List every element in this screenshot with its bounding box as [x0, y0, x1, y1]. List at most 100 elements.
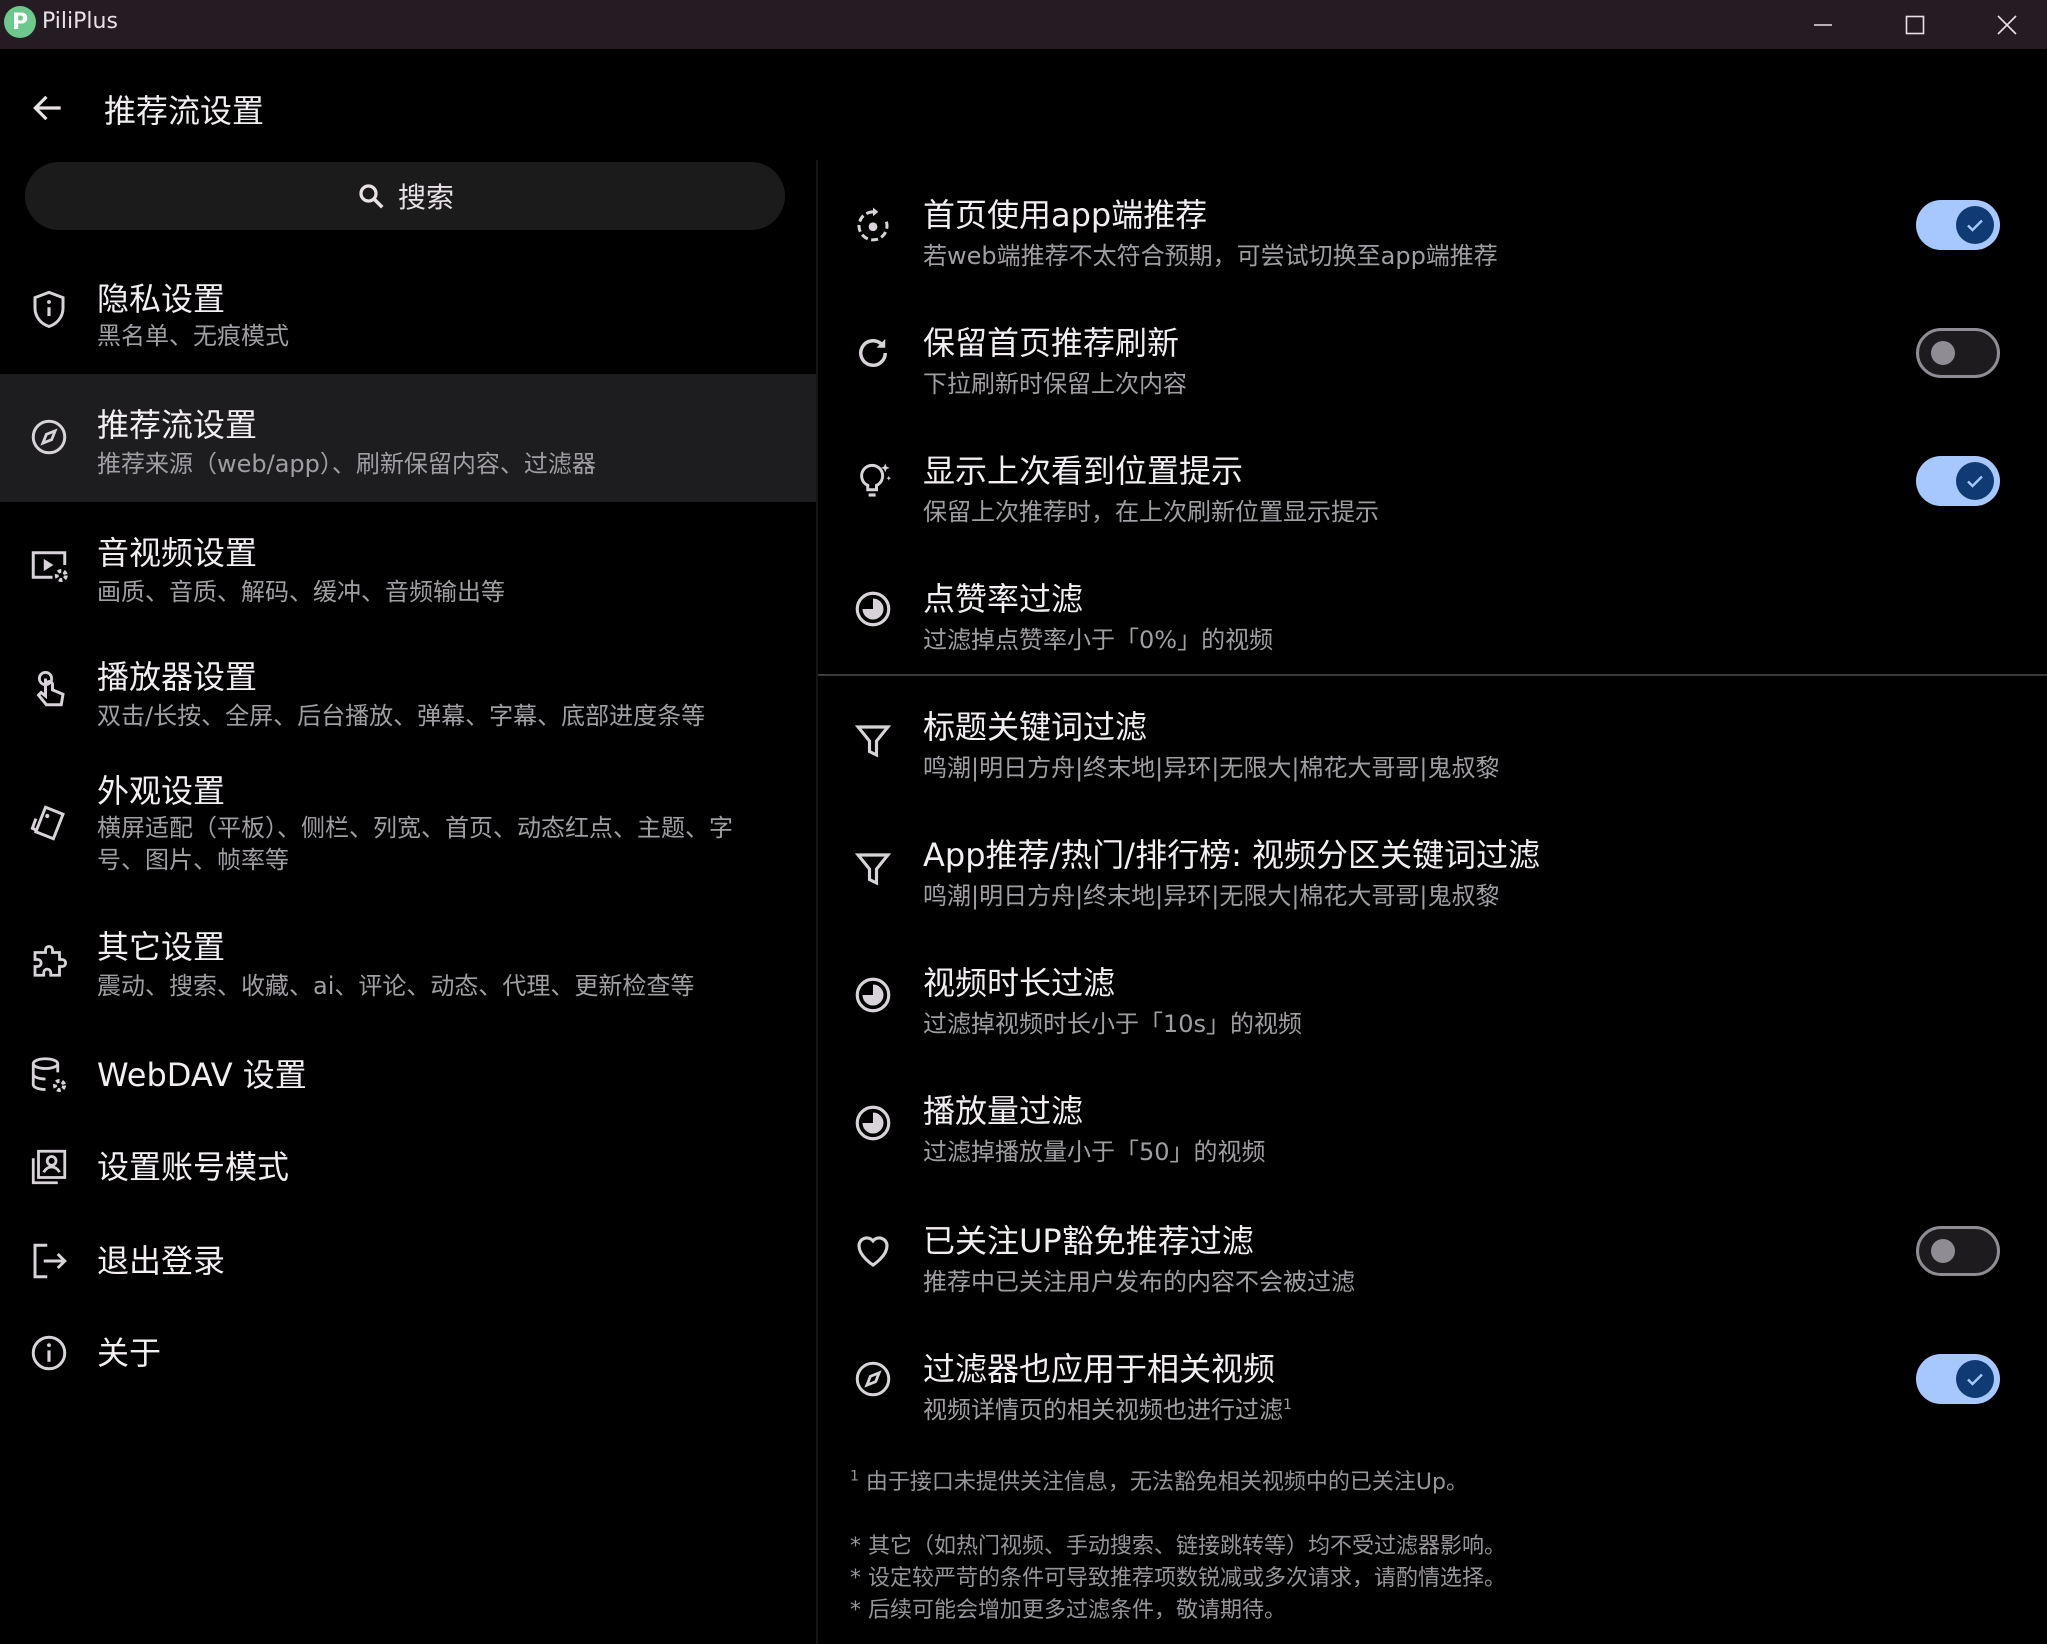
nav-item-subtitle: 推荐来源（web/app）、刷新保留内容、过滤器 [97, 450, 596, 478]
lightbulb-icon [850, 458, 896, 504]
setting-app-recommend[interactable]: 首页使用app端推荐 若web端推荐不太符合预期，可尝试切换至app端推荐 [818, 176, 2047, 292]
nav-item-account[interactable]: 设置账号模式 [0, 1120, 816, 1216]
footnote-text: 由于接口未提供关注信息，无法豁免相关视频中的已关注Up。 [858, 1470, 1468, 1495]
puzzle-icon [26, 940, 72, 986]
setting-zone-keyword[interactable]: App推荐/热门/排行榜: 视频分区关键词过滤 鸣潮|明日方舟|终末地|异环|无… [818, 816, 2047, 932]
setting-title: 点赞率过滤 [923, 580, 1084, 618]
contrast-icon [850, 586, 896, 632]
touch-icon [26, 666, 72, 712]
nav-item-title: 设置账号模式 [97, 1148, 290, 1186]
setting-subtitle: 保留上次推荐时，在上次刷新位置显示提示 [923, 498, 1379, 526]
shield-icon [26, 286, 72, 332]
footnote: 1 由于接口未提供关注信息，无法豁免相关视频中的已关注Up。 [850, 1464, 1468, 1496]
setting-title: 视频时长过滤 [923, 964, 1116, 1002]
setting-title-keyword[interactable]: 标题关键词过滤 鸣潮|明日方舟|终末地|异环|无限大|棉花大哥哥|鬼叔黎 [818, 688, 2047, 804]
nav-item-privacy[interactable]: 隐私设置 黑名单、无痕模式 [0, 248, 816, 374]
note-line-3: * 后续可能会增加更多过滤条件，敬请期待。 [850, 1598, 1286, 1623]
settings-nav: 隐私设置 黑名单、无痕模式 推荐流设置 推荐来源（web/app）、刷新保留内容… [0, 248, 816, 1408]
search-label: 搜索 [397, 181, 454, 214]
nav-item-title: 音视频设置 [97, 534, 258, 572]
close-button[interactable] [1961, 0, 2047, 49]
video-settings-icon [26, 542, 72, 588]
setting-follow-exempt[interactable]: 已关注UP豁免推荐过滤 推荐中已关注用户发布的内容不会被过滤 [818, 1200, 2047, 1316]
contrast-icon [850, 1100, 896, 1146]
refresh-icon [850, 330, 896, 376]
last-position-switch[interactable] [1916, 456, 2000, 506]
section-divider [818, 674, 2047, 676]
setting-subtitle: 推荐中已关注用户发布的内容不会被过滤 [923, 1268, 1355, 1296]
nav-item-title: 关于 [97, 1334, 162, 1372]
page-title: 推荐流设置 [104, 92, 265, 130]
nav-item-title: WebDAV 设置 [97, 1056, 307, 1094]
nav-item-about[interactable]: 关于 [0, 1312, 816, 1408]
app-logo: P [4, 6, 36, 38]
nav-item-audio-video[interactable]: 音视频设置 画质、音质、解码、缓冲、音频输出等 [0, 502, 816, 630]
check-icon [1967, 1373, 1983, 1386]
nav-item-other[interactable]: 其它设置 震动、搜索、收藏、ai、评论、动态、代理、更新检查等 [0, 898, 816, 1024]
logout-icon [26, 1238, 72, 1284]
setting-title: 过滤器也应用于相关视频 [923, 1350, 1276, 1388]
rotate-icon [850, 202, 896, 248]
check-icon [1967, 475, 1983, 488]
nav-item-title: 其它设置 [97, 928, 226, 966]
filter-icon [850, 718, 896, 764]
app-title: PiliPlus [42, 9, 118, 34]
setting-duration[interactable]: 视频时长过滤 过滤掉视频时长小于「10s」的视频 [818, 944, 2047, 1060]
setting-subtitle-text: 视频详情页的相关视频也进行过滤 [923, 1396, 1283, 1424]
account-box-icon [26, 1144, 72, 1190]
nav-item-subtitle: 横屏适配（平板）、侧栏、列宽、首页、动态红点、主题、字号、图片、帧率等 [97, 814, 733, 874]
minimize-button[interactable] [1777, 0, 1869, 49]
setting-last-position[interactable]: 显示上次看到位置提示 保留上次推荐时，在上次刷新位置显示提示 [818, 432, 2047, 548]
nav-item-title: 退出登录 [97, 1242, 226, 1280]
setting-title: 标题关键词过滤 [923, 708, 1148, 746]
compass-icon [850, 1356, 896, 1402]
setting-subtitle: 过滤掉点赞率小于「0%」的视频 [923, 626, 1274, 654]
nav-item-title: 推荐流设置 [97, 406, 258, 444]
setting-subtitle: 若web端推荐不太符合预期，可尝试切换至app端推荐 [923, 242, 1498, 270]
note-line-1: * 其它（如热门视频、手动搜索、链接跳转等）均不受过滤器影响。 [850, 1534, 1506, 1559]
setting-subtitle: 过滤掉视频时长小于「10s」的视频 [923, 1010, 1303, 1038]
heart-icon [850, 1228, 896, 1274]
contrast-icon [850, 972, 896, 1018]
setting-subtitle: 下拉刷新时保留上次内容 [923, 370, 1187, 398]
nav-item-appearance[interactable]: 外观设置 横屏适配（平板）、侧栏、列宽、首页、动态红点、主题、字号、图片、帧率等 [0, 746, 816, 898]
setting-subtitle: 鸣潮|明日方舟|终末地|异环|无限大|棉花大哥哥|鬼叔黎 [923, 882, 1500, 910]
setting-subtitle: 过滤掉播放量小于「50」的视频 [923, 1138, 1266, 1166]
minimize-icon [1814, 23, 1832, 26]
search-icon [359, 184, 384, 209]
back-button[interactable] [24, 84, 72, 132]
follow-exempt-switch[interactable] [1916, 1226, 2000, 1276]
note-line-2: * 设定较严苛的条件可导致推荐项数锐减或多次请求，请酌情选择。 [850, 1566, 1506, 1591]
nav-item-logout[interactable]: 退出登录 [0, 1216, 816, 1312]
maximize-button[interactable] [1869, 0, 1961, 49]
setting-like-rate[interactable]: 点赞率过滤 过滤掉点赞率小于「0%」的视频 [818, 560, 2047, 670]
nav-item-subtitle: 黑名单、无痕模式 [97, 322, 289, 350]
check-icon [1967, 219, 1983, 232]
app-recommend-switch[interactable] [1916, 200, 2000, 250]
setting-keep-refresh[interactable]: 保留首页推荐刷新 下拉刷新时保留上次内容 [818, 304, 2047, 420]
related-filter-switch[interactable] [1916, 1354, 2000, 1404]
setting-title: 显示上次看到位置提示 [923, 452, 1244, 490]
nav-item-title: 播放器设置 [97, 658, 258, 696]
nav-item-webdav[interactable]: WebDAV 设置 [0, 1024, 816, 1120]
setting-subtitle: 视频详情页的相关视频也进行过滤1 [923, 1390, 1292, 1425]
footnote-number: 1 [850, 1468, 859, 1485]
setting-title: 首页使用app端推荐 [923, 196, 1208, 234]
database-settings-icon [26, 1052, 72, 1098]
nav-item-recommend[interactable]: 推荐流设置 推荐来源（web/app）、刷新保留内容、过滤器 [0, 374, 816, 502]
search-bar[interactable]: 搜索 [25, 162, 785, 230]
close-icon [1997, 14, 2017, 35]
setting-title: 保留首页推荐刷新 [923, 324, 1180, 362]
setting-play-count[interactable]: 播放量过滤 过滤掉播放量小于「50」的视频 [818, 1072, 2047, 1188]
info-icon [26, 1330, 72, 1376]
setting-related-filter[interactable]: 过滤器也应用于相关视频 视频详情页的相关视频也进行过滤1 [818, 1328, 2047, 1444]
setting-title: App推荐/热门/排行榜: 视频分区关键词过滤 [923, 836, 1541, 874]
setting-title: 播放量过滤 [923, 1092, 1084, 1130]
nav-item-title: 隐私设置 [97, 280, 226, 318]
nav-item-subtitle: 画质、音质、解码、缓冲、音频输出等 [97, 578, 505, 606]
arrow-back-icon [33, 95, 61, 121]
nav-item-player[interactable]: 播放器设置 双击/长按、全屏、后台播放、弹幕、字幕、底部进度条等 [0, 630, 816, 746]
compass-icon [26, 414, 72, 460]
keep-refresh-switch[interactable] [1916, 328, 2000, 378]
style-icon [26, 800, 72, 846]
